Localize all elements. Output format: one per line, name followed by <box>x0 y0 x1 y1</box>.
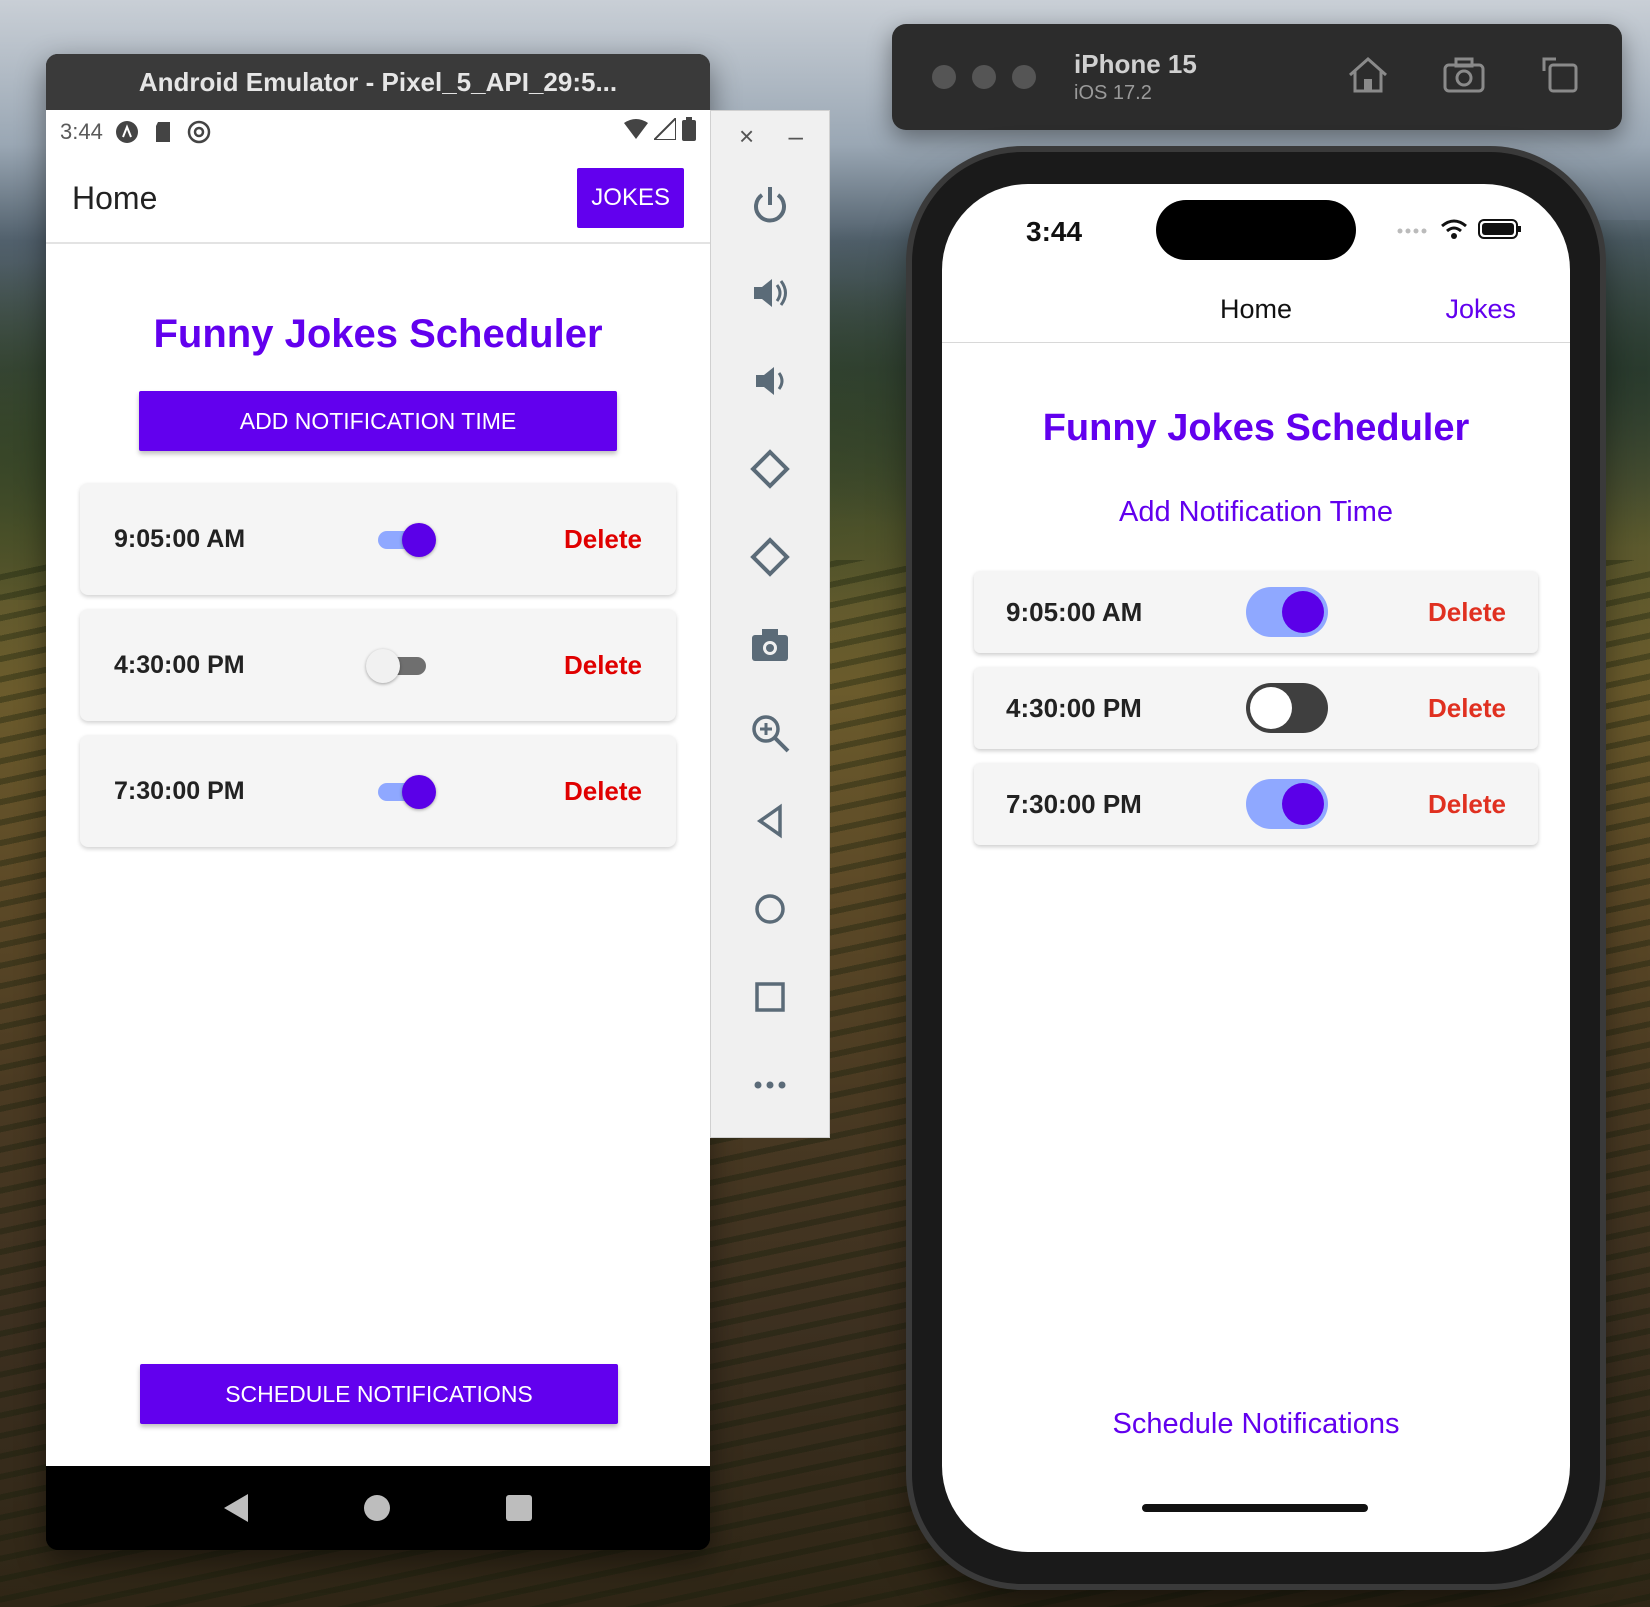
delete-button[interactable]: Delete <box>1428 597 1506 628</box>
delete-button[interactable]: Delete <box>1428 789 1506 820</box>
os-version: iOS 17.2 <box>1074 81 1152 104</box>
enable-toggle[interactable] <box>1246 587 1328 637</box>
enable-toggle[interactable] <box>366 647 430 683</box>
more-icon[interactable] <box>711 1041 829 1129</box>
schedule-notifications-button[interactable]: Schedule Notifications <box>942 1408 1570 1441</box>
delete-button[interactable]: Delete <box>1428 693 1506 724</box>
dynamic-island <box>1156 200 1356 260</box>
close-icon[interactable]: × <box>739 121 754 161</box>
android-app-bar: Home JOKES <box>46 154 710 244</box>
ios-simulator-toolbar: iPhone 15 iOS 17.2 <box>892 24 1622 130</box>
volume-up-icon[interactable] <box>711 249 829 337</box>
delete-button[interactable]: Delete <box>564 776 642 807</box>
battery-icon <box>682 117 696 147</box>
window-zoom-button[interactable] <box>1012 65 1036 89</box>
list-item: 9:05:00 AM Delete <box>974 571 1538 653</box>
device-name: iPhone 15 <box>1074 49 1197 80</box>
iphone-frame: 3:44 Home Jokes Funny Jokes Scheduler Ad… <box>912 152 1600 1584</box>
jokes-button[interactable]: Jokes <box>1445 294 1516 325</box>
android-window-title: Android Emulator - Pixel_5_API_29:5... <box>46 54 710 110</box>
volume-down-icon[interactable] <box>711 337 829 425</box>
app-heading: Funny Jokes Scheduler <box>1042 407 1470 449</box>
minimize-icon[interactable]: – <box>789 121 803 161</box>
rotate-icon[interactable] <box>1538 55 1582 100</box>
nav-recents-icon[interactable] <box>506 1495 532 1521</box>
list-item: 4:30:00 PM Delete <box>80 609 676 721</box>
list-item: 4:30:00 PM Delete <box>974 667 1538 749</box>
home-icon[interactable] <box>711 865 829 953</box>
at-sign-icon <box>187 120 211 144</box>
status-time: 3:44 <box>60 119 103 144</box>
battery-icon <box>1478 218 1522 245</box>
notification-time-list: 9:05:00 AM Delete 4:30:00 PM Delete 7:30… <box>80 483 676 847</box>
screenshot-icon[interactable] <box>1442 55 1486 100</box>
back-icon[interactable] <box>711 777 829 865</box>
nav-back-icon[interactable] <box>224 1494 248 1522</box>
enable-toggle[interactable] <box>374 521 436 557</box>
notification-time: 9:05:00 AM <box>114 524 246 553</box>
window-minimize-button[interactable] <box>972 65 996 89</box>
notification-time: 9:05:00 AM <box>1006 596 1143 627</box>
sd-card-icon <box>151 120 175 144</box>
zoom-icon[interactable] <box>711 689 829 777</box>
a-logo-icon <box>115 120 139 144</box>
camera-icon[interactable] <box>711 601 829 689</box>
wifi-icon <box>1440 218 1468 245</box>
delete-button[interactable]: Delete <box>564 650 642 681</box>
signal-icon <box>1396 223 1430 241</box>
page-title: Home <box>72 179 158 216</box>
home-indicator[interactable] <box>1142 1504 1368 1512</box>
home-button-icon[interactable] <box>1346 55 1390 100</box>
emulator-toolbar: × – <box>710 110 830 1138</box>
status-time: 3:44 <box>1026 216 1083 247</box>
add-notification-time-button[interactable]: ADD NOTIFICATION TIME <box>139 391 617 451</box>
schedule-notifications-button[interactable]: SCHEDULE NOTIFICATIONS <box>140 1364 618 1424</box>
notification-time-list: 9:05:00 AM Delete 4:30:00 PM Delete 7:30… <box>974 571 1538 845</box>
rotate-right-icon[interactable] <box>711 513 829 601</box>
overview-icon[interactable] <box>711 953 829 1041</box>
notification-time: 7:30:00 PM <box>1006 788 1142 819</box>
power-icon[interactable] <box>711 161 829 249</box>
delete-button[interactable]: Delete <box>564 524 642 555</box>
list-item: 9:05:00 AM Delete <box>80 483 676 595</box>
notification-time: 4:30:00 PM <box>1006 692 1142 723</box>
enable-toggle[interactable] <box>1246 779 1328 829</box>
add-notification-time-button[interactable]: Add Notification Time <box>942 496 1570 529</box>
list-item: 7:30:00 PM Delete <box>974 763 1538 845</box>
notification-time: 7:30:00 PM <box>114 776 245 805</box>
ios-nav-bar: Home Jokes <box>942 284 1570 343</box>
android-status-bar: 3:44 <box>46 110 710 154</box>
window-close-button[interactable] <box>932 65 956 89</box>
enable-toggle[interactable] <box>1246 683 1328 733</box>
jokes-button[interactable]: JOKES <box>577 168 684 228</box>
android-nav-bar <box>46 1466 710 1550</box>
nav-home-icon[interactable] <box>364 1495 390 1521</box>
ios-status-bar: 3:44 <box>942 184 1570 284</box>
wifi-icon <box>624 119 648 145</box>
list-item: 7:30:00 PM Delete <box>80 735 676 847</box>
rotate-left-icon[interactable] <box>711 425 829 513</box>
enable-toggle[interactable] <box>374 773 436 809</box>
android-screen: 3:44 Home JOKES Funny Jokes Scheduler AD… <box>46 110 710 1466</box>
android-emulator-window: Android Emulator - Pixel_5_API_29:5... 3… <box>46 54 710 1550</box>
notification-time: 4:30:00 PM <box>114 650 245 679</box>
signal-icon <box>651 115 677 146</box>
app-heading: Funny Jokes Scheduler <box>153 312 603 356</box>
iphone-screen: 3:44 Home Jokes Funny Jokes Scheduler Ad… <box>942 184 1570 1552</box>
